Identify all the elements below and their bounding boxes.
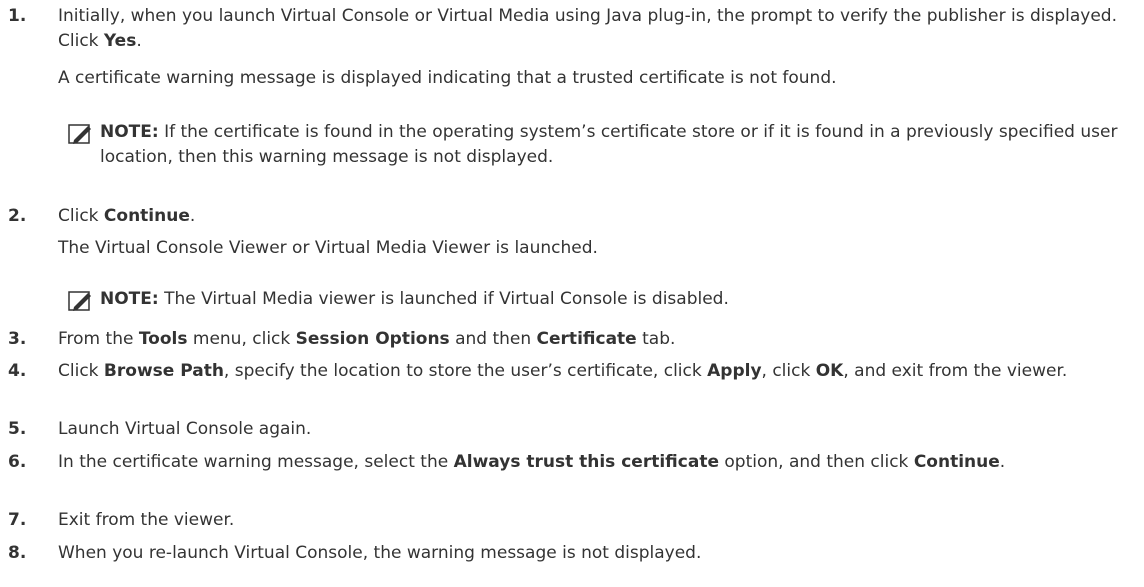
- step-5: 5. Launch Virtual Console again.: [8, 417, 1138, 442]
- step-number: 8.: [8, 543, 27, 563]
- step-text: In the certificate warning message, sele…: [58, 452, 1006, 472]
- step-text: Initially, when you launch Virtual Conso…: [58, 6, 1117, 51]
- step-number: 1.: [8, 6, 27, 26]
- step-1-result: A certificate warning message is display…: [58, 68, 837, 88]
- step-3: 3. From the Tools menu, click Session Op…: [8, 327, 1138, 352]
- step-1: 1. Initially, when you launch Virtual Co…: [8, 4, 1138, 54]
- step-2-result: The Virtual Console Viewer or Virtual Me…: [58, 238, 598, 258]
- step-number: 6.: [8, 452, 27, 472]
- step-number: 4.: [8, 361, 27, 381]
- step-text: When you re-launch Virtual Console, the …: [58, 543, 702, 563]
- step-2: 2. Click Continue.: [8, 204, 1138, 229]
- step-text: Exit from the viewer.: [58, 510, 235, 530]
- step-6: 6. In the certificate warning message, s…: [8, 450, 1138, 475]
- note-2: NOTE: The Virtual Media viewer is launch…: [68, 287, 1138, 312]
- step-8: 8. When you re-launch Virtual Console, t…: [8, 541, 1138, 566]
- step-text: Click Continue.: [58, 206, 196, 226]
- step-text: Click Browse Path, specify the location …: [58, 361, 1068, 381]
- step-number: 2.: [8, 206, 27, 226]
- step-7: 7. Exit from the viewer.: [8, 508, 1138, 533]
- pencil-note-icon: [68, 291, 91, 311]
- step-number: 3.: [8, 329, 27, 349]
- note-1: NOTE: If the certificate is found in the…: [68, 120, 1138, 170]
- step-number: 5.: [8, 419, 27, 439]
- step-number: 7.: [8, 510, 27, 530]
- pencil-note-icon: [68, 124, 91, 144]
- step-text: From the Tools menu, click Session Optio…: [58, 329, 676, 349]
- step-4: 4. Click Browse Path, specify the locati…: [8, 359, 1138, 384]
- step-text: Launch Virtual Console again.: [58, 419, 312, 439]
